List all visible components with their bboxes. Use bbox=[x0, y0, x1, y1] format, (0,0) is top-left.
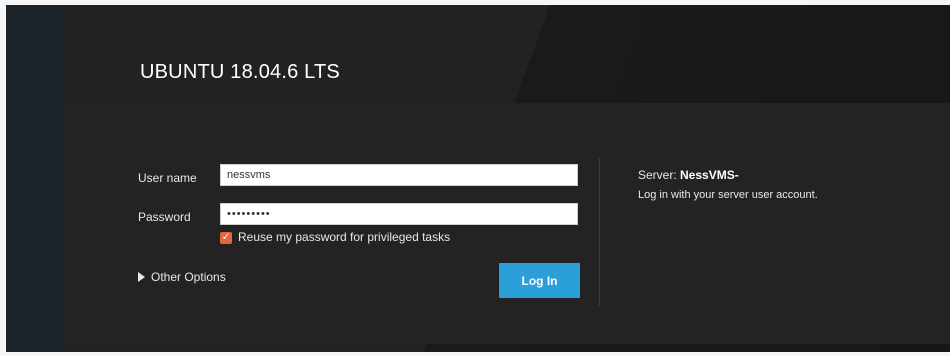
expand-triangle-icon bbox=[138, 272, 145, 282]
server-description: Log in with your server user account. bbox=[638, 189, 818, 201]
server-line: Server: NessVMS- bbox=[638, 168, 739, 182]
login-button[interactable]: Log In bbox=[499, 263, 580, 298]
other-options-toggle[interactable]: Other Options bbox=[138, 270, 226, 284]
password-label: Password bbox=[138, 210, 191, 224]
login-panel: User name Password ✓ Reuse my password f… bbox=[63, 103, 950, 344]
reuse-password-label: Reuse my password for privileged tasks bbox=[238, 230, 451, 244]
server-name: NessVMS- bbox=[680, 168, 739, 182]
reuse-password-checkbox[interactable]: ✓ bbox=[220, 232, 232, 244]
other-options-label: Other Options bbox=[151, 270, 226, 284]
login-screen: UBUNTU 18.04.6 LTS User name Password ✓ … bbox=[6, 5, 950, 352]
os-title: UBUNTU 18.04.6 LTS bbox=[140, 61, 340, 83]
left-stripe bbox=[6, 5, 63, 352]
username-label: User name bbox=[138, 171, 197, 185]
password-field[interactable] bbox=[220, 203, 578, 225]
username-field[interactable] bbox=[220, 164, 578, 186]
login-header: UBUNTU 18.04.6 LTS bbox=[63, 5, 950, 103]
server-prefix: Server: bbox=[638, 168, 681, 182]
divider bbox=[599, 158, 600, 306]
